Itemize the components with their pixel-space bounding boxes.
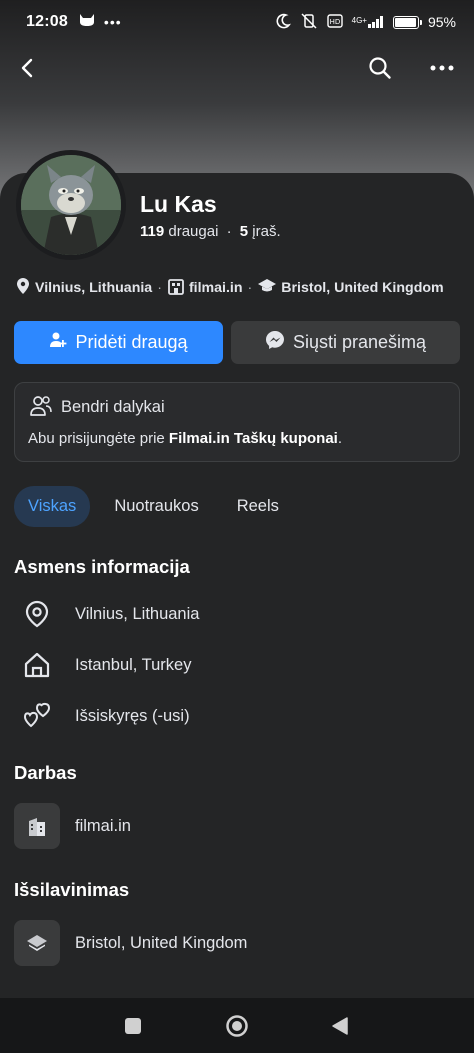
top-nav — [0, 44, 474, 90]
back-triangle-icon[interactable] — [325, 1011, 355, 1041]
add-person-icon — [49, 331, 67, 354]
profile-stats: 119 draugai · 5 įraš. — [140, 223, 281, 240]
stats-separator: · — [226, 223, 232, 240]
moon-icon — [275, 13, 291, 32]
signal-icon: 4G+ — [352, 16, 384, 28]
battery-percent: 95% — [427, 14, 456, 30]
detail-relationship: Išsiskyręs (-usi) — [14, 693, 454, 739]
intro-info-line: Vilnius, Lithuania · filmai.in · Bristol… — [15, 277, 465, 299]
hearts-icon — [14, 693, 60, 739]
status-time: 12:08 — [26, 13, 68, 30]
intro-location[interactable]: Vilnius, Lithuania — [15, 277, 152, 299]
location-pin-icon — [14, 591, 60, 637]
volte-icon: HD — [326, 13, 343, 31]
search-icon[interactable] — [362, 50, 398, 86]
posts-label[interactable]: įraš. — [252, 223, 280, 240]
cat-icon — [78, 13, 96, 32]
profile-tabs: Viskas Nuotraukos Reels — [14, 486, 303, 527]
tab-photos[interactable]: Nuotraukos — [100, 486, 212, 527]
building-icon — [14, 803, 60, 849]
more-horizontal-icon[interactable] — [424, 50, 460, 86]
detail-education[interactable]: Bristol, United Kingdom — [14, 920, 454, 966]
messenger-icon — [265, 330, 285, 355]
detail-hometown: Istanbul, Turkey — [14, 642, 454, 688]
send-message-button[interactable]: Siųsti pranešimą — [231, 321, 460, 364]
avatar-image — [21, 155, 121, 255]
location-pin-icon — [15, 277, 31, 299]
mutual-things-card[interactable]: Bendri dalykai Abu prisijungėte prie Fil… — [14, 382, 460, 462]
mutual-group-name[interactable]: Filmai.in Taškų kuponai — [169, 430, 338, 447]
home-icon — [14, 642, 60, 688]
intro-work[interactable]: filmai.in — [167, 277, 243, 299]
add-friend-button[interactable]: Pridėti draugą — [14, 321, 223, 364]
detail-work[interactable]: filmai.in — [14, 803, 454, 849]
graduation-cap-icon — [257, 278, 277, 298]
battery-icon — [392, 15, 422, 29]
graduation-cap-icon — [14, 920, 60, 966]
building-icon — [167, 277, 185, 299]
mutual-title: Bendri dalykai — [61, 398, 165, 416]
personal-info-title: Asmens informacija — [14, 556, 190, 577]
avatar[interactable] — [16, 150, 126, 260]
profile-name: Lu Kas — [140, 191, 217, 217]
tab-all[interactable]: Viskas — [14, 486, 91, 527]
posts-count[interactable]: 5 — [240, 223, 248, 240]
detail-current-city: Vilnius, Lithuania — [14, 591, 454, 637]
status-bar: 12:08 ••• HD 4G+ 95% — [0, 0, 474, 44]
recents-square-icon[interactable] — [118, 1011, 148, 1041]
svg-text:HD: HD — [329, 18, 340, 26]
education-title: Išsilavinimas — [14, 879, 130, 900]
intro-education[interactable]: Bristol, United Kingdom — [257, 278, 444, 298]
work-title: Darbas — [14, 762, 77, 783]
home-circle-icon[interactable] — [222, 1011, 252, 1041]
mute-vibrate-icon — [300, 12, 318, 32]
tab-reels[interactable]: Reels — [223, 486, 293, 527]
back-arrow-icon[interactable] — [10, 50, 46, 86]
friends-count[interactable]: 119 — [140, 223, 164, 240]
mutual-text: Abu prisijungėte prie Filmai.in Taškų ku… — [28, 430, 343, 447]
friends-label[interactable]: draugai — [168, 223, 218, 240]
people-icon — [29, 395, 53, 422]
more-dots-icon: ••• — [103, 14, 122, 30]
system-navigation-bar — [0, 998, 474, 1053]
